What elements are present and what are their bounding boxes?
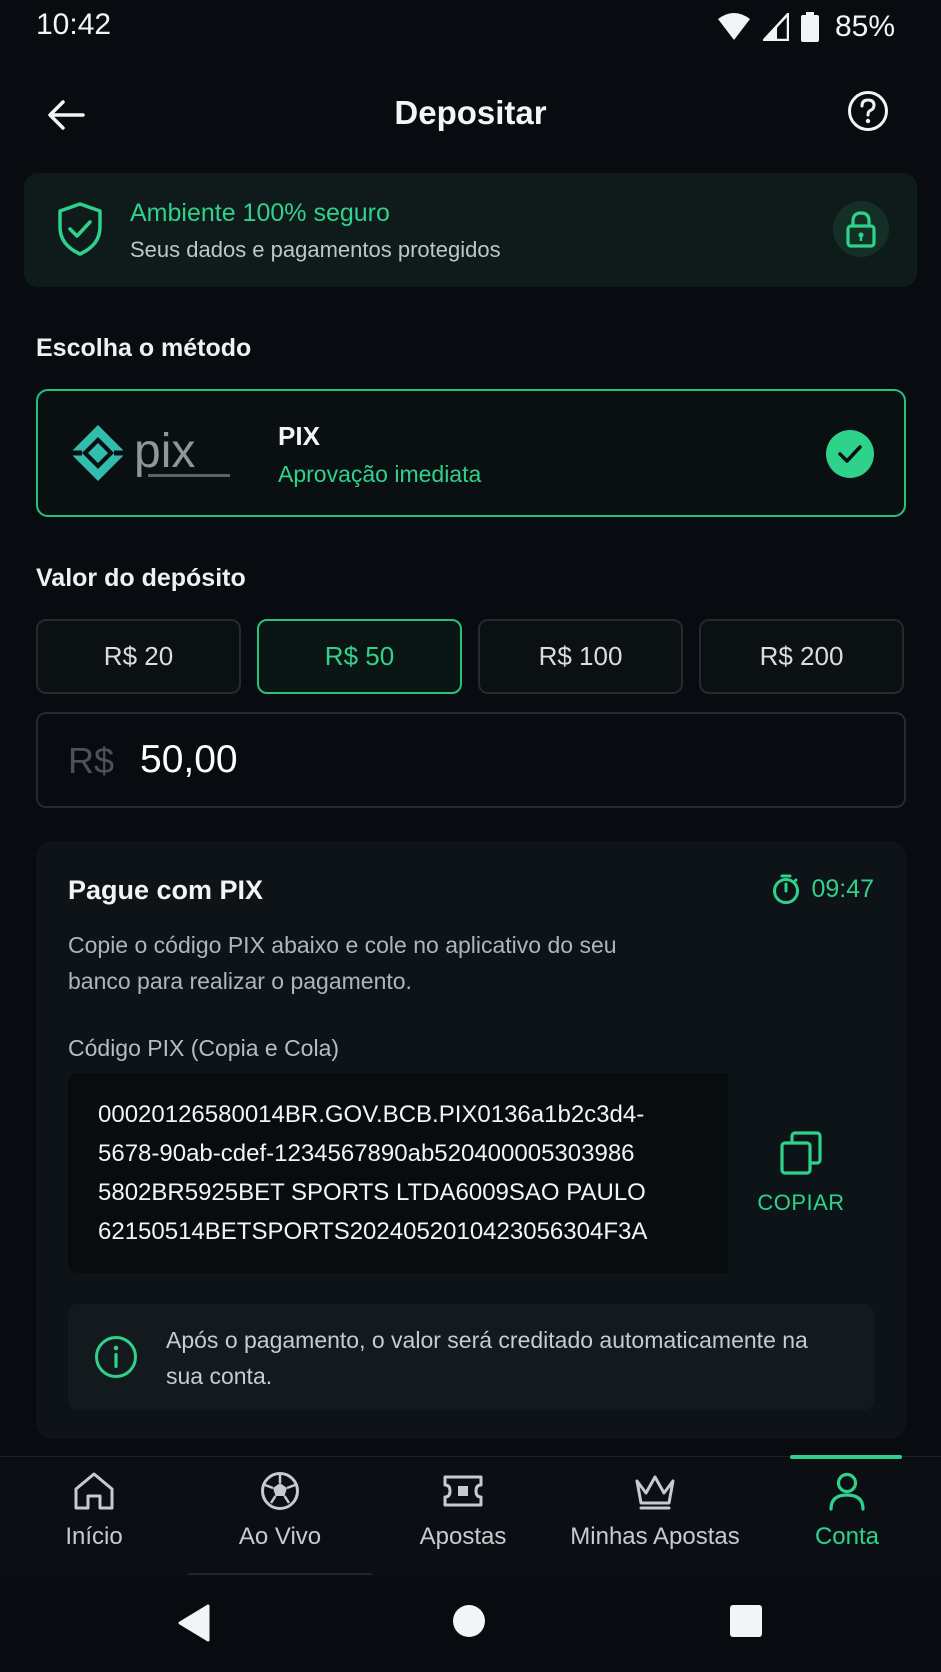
help-button[interactable]: [847, 90, 897, 140]
amount-section-label: Valor do depósito: [36, 564, 246, 592]
pix-method-card[interactable]: pix PIX Aprovação imediata: [36, 389, 906, 517]
pix-payment-title: Pague com PIX: [68, 875, 264, 905]
pix-code-box: 00020126580014BR.GOV.BCB.PIX0136a1b2c3d4…: [68, 1073, 874, 1273]
secure-banner: Ambiente 100% seguro Seus dados e pagame…: [24, 173, 917, 287]
triangle-back-icon: [178, 1604, 210, 1642]
info-text: Após o pagamento, o valor será creditado…: [166, 1327, 808, 1389]
method-name: PIX: [278, 421, 320, 451]
pix-code-line: 5678-90ab-cdef-1234567890ab5204000053039…: [98, 1140, 635, 1167]
amount-chip-200[interactable]: R$ 200: [699, 619, 904, 694]
soccer-ball-icon: [261, 1472, 299, 1510]
user-icon: [829, 1472, 865, 1511]
pix-logo: pix: [68, 423, 243, 487]
nav-label: Minhas Apostas: [570, 1523, 740, 1550]
amount-chip-100[interactable]: R$ 100: [478, 619, 683, 694]
pix-payment-card: Pague com PIX 09:47 Copie o código PIX a…: [36, 841, 906, 1439]
battery-icon: [800, 12, 819, 42]
active-tab-indicator: [790, 1455, 902, 1459]
pix-code-text[interactable]: 00020126580014BR.GOV.BCB.PIX0136a1b2c3d4…: [98, 1095, 688, 1251]
pix-code-line: 5802BR5925BET SPORTS LTDA6009SAO PAULO: [98, 1179, 646, 1206]
battery-percent: 85%: [834, 10, 895, 43]
system-back-button[interactable]: [176, 1604, 216, 1644]
lock-icon: [833, 201, 889, 257]
amount-value[interactable]: 50,00: [140, 738, 238, 782]
info-icon: [94, 1335, 138, 1379]
system-home-button[interactable]: [452, 1604, 492, 1644]
bottom-navigation: Início Ao Vivo Apostas Minhas Apostas Co…: [0, 1455, 941, 1576]
info-notice: Após o pagamento, o valor será creditado…: [68, 1304, 874, 1410]
amount-chip-20[interactable]: R$ 20: [36, 619, 241, 694]
circle-home-icon: [453, 1605, 485, 1637]
pix-code-line: 62150514BETSPORTS2024052010423056304F3A: [98, 1218, 648, 1245]
system-navigation-bar: [0, 1576, 941, 1672]
method-subtitle: Aprovação imediata: [278, 461, 482, 487]
nav-item-conta[interactable]: Conta: [753, 1471, 941, 1551]
nav-label: Ao Vivo: [238, 1523, 322, 1550]
pix-code-line: 00020126580014BR.GOV.BCB.PIX0136a1b2c3d4…: [98, 1101, 645, 1128]
nav-divider: [188, 1573, 372, 1575]
method-section-label: Escolha o método: [36, 334, 252, 362]
shield-check-icon: [56, 201, 104, 257]
amount-input[interactable]: R$ 50,00: [36, 712, 906, 808]
square-recents-icon: [730, 1605, 762, 1637]
page-title: Depositar: [394, 94, 547, 131]
check-icon: [826, 430, 874, 478]
copy-button[interactable]: COPIAR: [728, 1073, 874, 1273]
countdown-timer: 09:47: [771, 873, 874, 905]
svg-text:pix: pix: [134, 425, 195, 478]
currency-prefix: R$: [68, 740, 115, 781]
help-icon: [848, 91, 888, 131]
nav-label: Início: [65, 1523, 123, 1550]
timer-value: 09:47: [811, 874, 874, 903]
nav-item-minhas-apostas[interactable]: Minhas Apostas: [561, 1471, 749, 1551]
secure-title: Ambiente 100% seguro: [130, 199, 390, 227]
system-recents-button[interactable]: [729, 1604, 769, 1644]
amount-chip-50[interactable]: R$ 50: [257, 619, 462, 694]
wifi-icon: [717, 13, 751, 41]
ticket-icon: [443, 1475, 483, 1507]
crown-icon: [635, 1475, 675, 1510]
status-time: 10:42: [36, 8, 112, 41]
copy-icon: [780, 1131, 822, 1175]
nav-item-apostas[interactable]: Apostas: [369, 1471, 557, 1551]
secure-subtitle: Seus dados e pagamentos protegidos: [130, 237, 501, 262]
pix-payment-description: Copie o código PIX abaixo e cole no apli…: [68, 932, 617, 994]
signal-icon: [762, 13, 789, 41]
timer-icon: [773, 874, 800, 904]
pix-code-label: Código PIX (Copia e Cola): [68, 1035, 340, 1061]
copy-label: COPIAR: [757, 1190, 845, 1215]
nav-item-ao-vivo[interactable]: Ao Vivo: [186, 1471, 374, 1551]
nav-label: Conta: [814, 1523, 880, 1550]
home-icon: [74, 1472, 114, 1510]
status-indicators: 85%: [717, 10, 895, 44]
nav-item-inicio[interactable]: Início: [0, 1471, 188, 1551]
nav-label: Apostas: [419, 1523, 507, 1550]
